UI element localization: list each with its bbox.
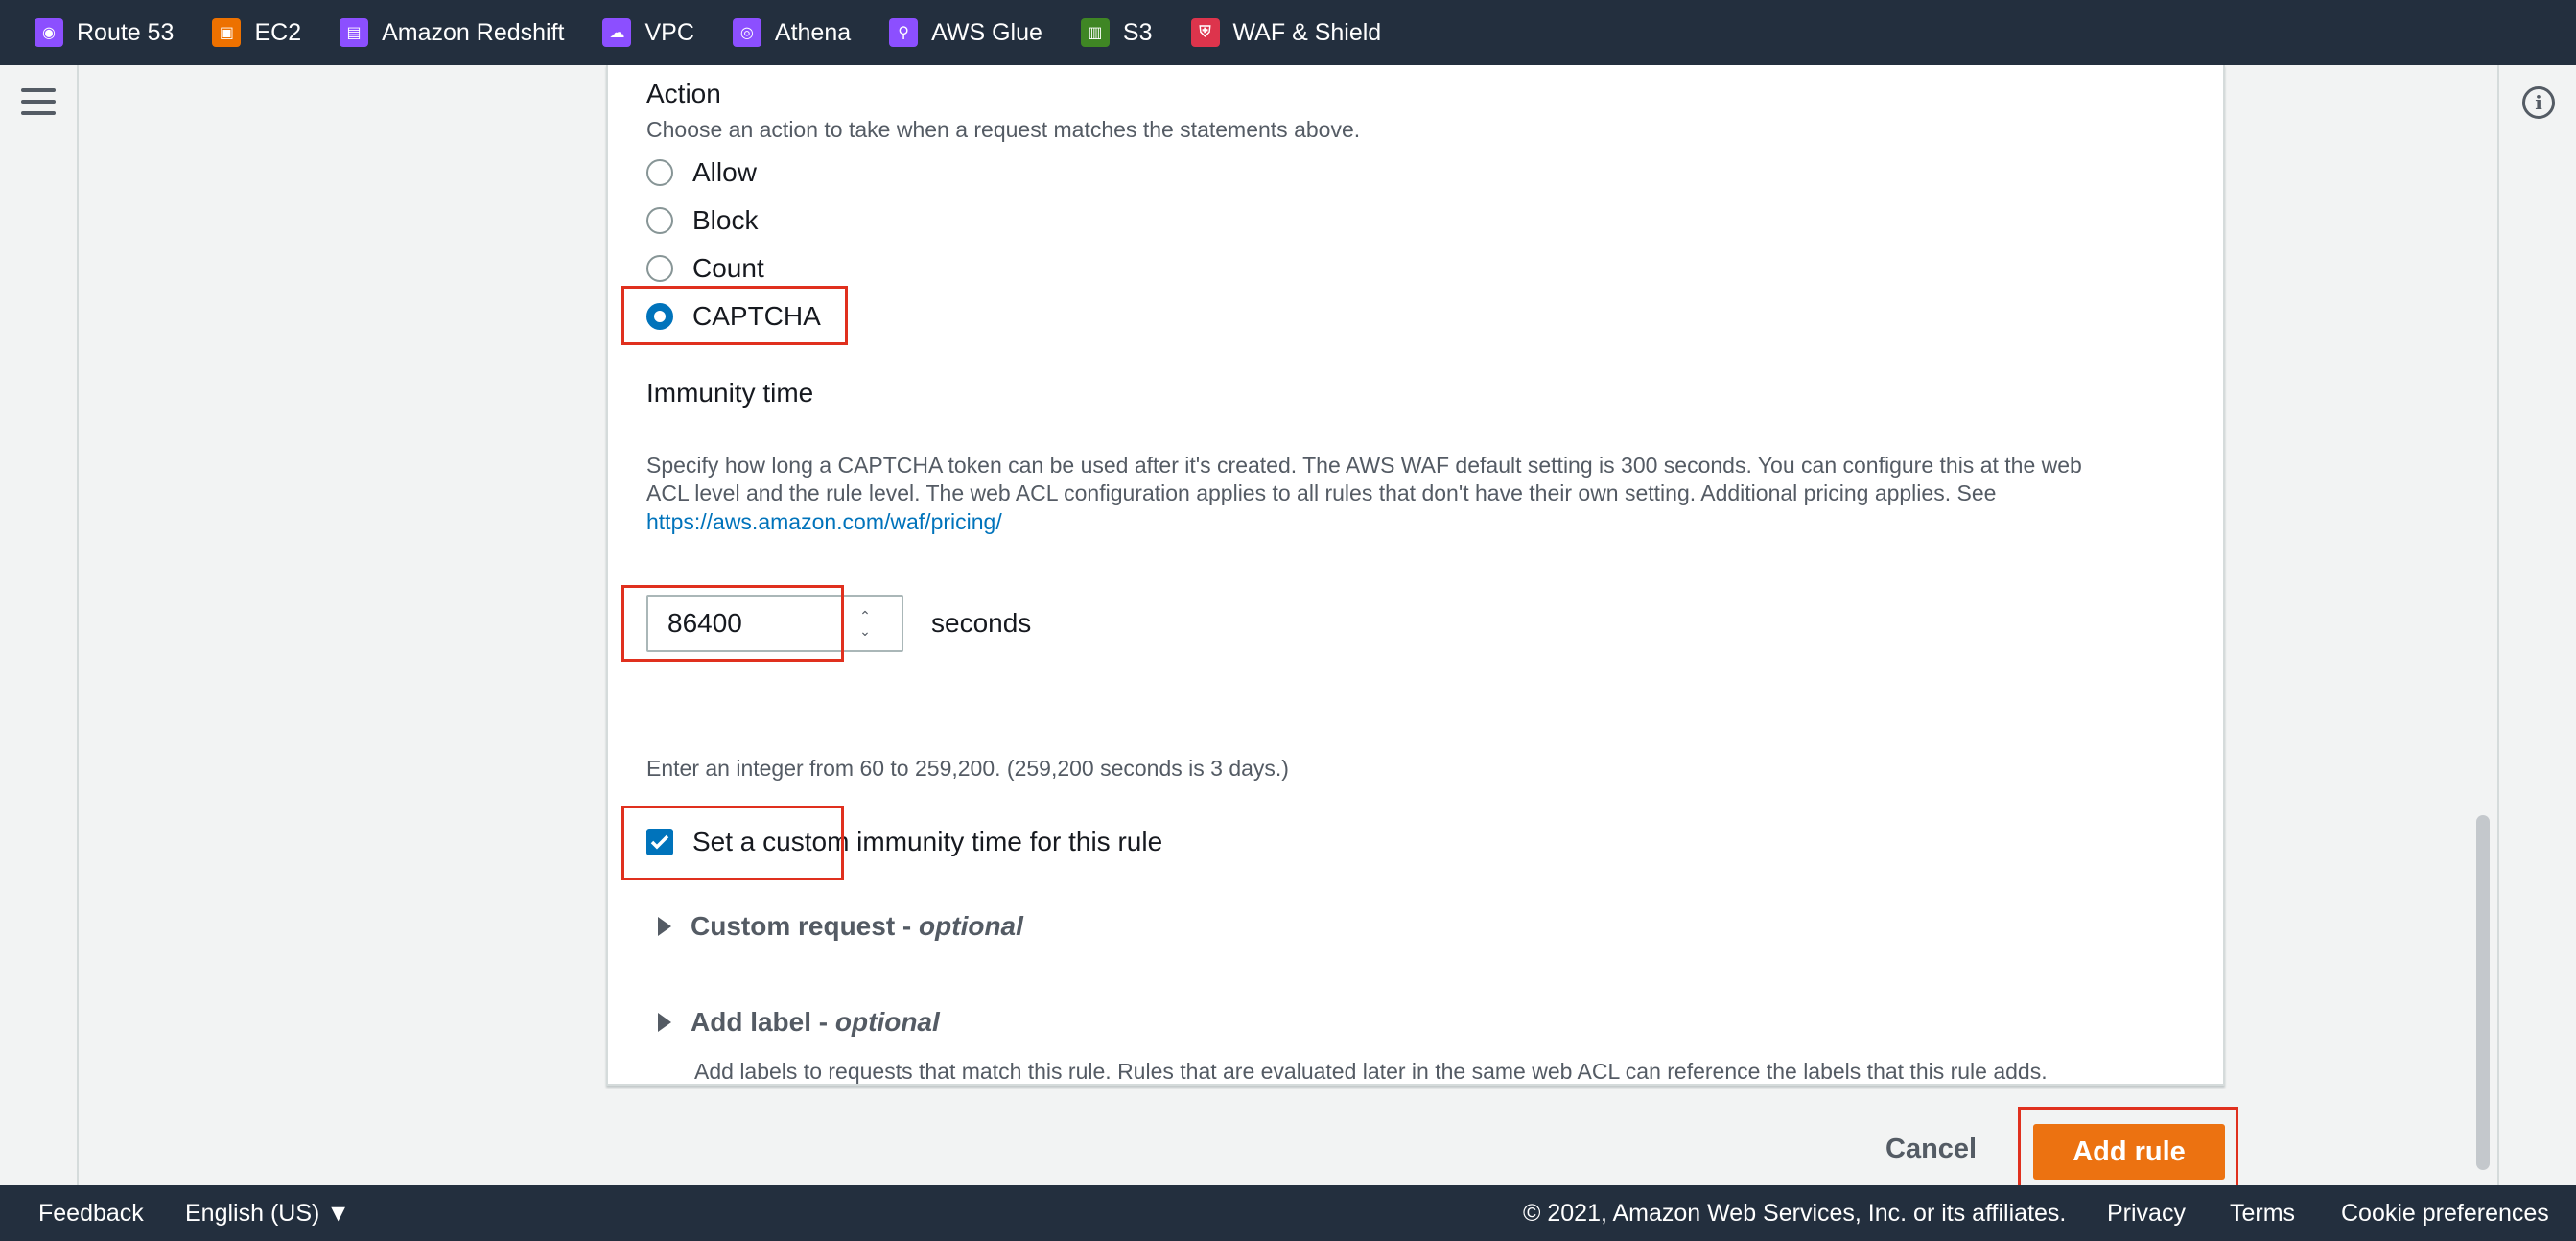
radio-button[interactable] — [646, 207, 673, 234]
favorite-label: Route 53 — [77, 18, 175, 46]
radio-count[interactable]: Count — [646, 253, 764, 284]
athena-icon: ◎ — [732, 18, 761, 47]
checkbox-highlight-box — [621, 806, 844, 880]
favorite-redshift[interactable]: ▤ Amazon Redshift — [340, 18, 564, 47]
favorite-s3[interactable]: ▥ S3 — [1080, 18, 1153, 47]
favorite-vpc[interactable]: ☁ VPC — [602, 18, 694, 47]
radio-button[interactable] — [646, 255, 673, 282]
immunity-description-line2: ACL level and the rule level. The web AC… — [646, 480, 1997, 505]
add-label-expander[interactable]: Add label - optional — [658, 1007, 940, 1038]
vpc-icon: ☁ — [602, 18, 632, 47]
ec2-icon: ▣ — [212, 18, 242, 47]
language-selector[interactable]: English (US) ▼ — [185, 1200, 350, 1228]
seconds-unit-label: seconds — [931, 608, 1032, 638]
radio-label: Block — [692, 205, 759, 235]
favorite-label: S3 — [1122, 18, 1153, 46]
console-footer: Feedback English (US) ▼ © 2021, Amazon W… — [0, 1185, 2576, 1241]
caret-right-icon — [658, 917, 671, 936]
radio-allow[interactable]: Allow — [646, 157, 757, 188]
feedback-link[interactable]: Feedback — [38, 1200, 144, 1228]
action-heading: Action — [646, 79, 721, 108]
route53-icon: ◉ — [35, 18, 63, 47]
menu-icon[interactable] — [21, 88, 56, 117]
favorites-bar: ◉ Route 53 ▣ EC2 ▤ Amazon Redshift ☁ VPC… — [0, 0, 2576, 65]
glue-icon: ⚲ — [889, 18, 919, 47]
favorite-label: Athena — [774, 18, 852, 46]
redshift-icon: ▤ — [340, 18, 369, 47]
scrollbar[interactable] — [2476, 815, 2490, 1170]
favorite-label: Amazon Redshift — [382, 18, 565, 46]
add-label-title: Add label - optional — [691, 1007, 940, 1037]
add-label-description: Add labels to requests that match this r… — [694, 1059, 2048, 1084]
favorite-waf[interactable]: ⛨ WAF & Shield — [1190, 18, 1382, 47]
tools-rail: i — [2497, 65, 2576, 1185]
action-description: Choose an action to take when a request … — [646, 117, 1361, 142]
privacy-link[interactable]: Privacy — [2107, 1200, 2186, 1228]
pricing-link[interactable]: https://aws.amazon.com/waf/pricing/ — [646, 507, 1002, 536]
favorite-glue[interactable]: ⚲ AWS Glue — [889, 18, 1042, 47]
immunity-hint: Enter an integer from 60 to 259,200. (25… — [646, 756, 1289, 781]
favorite-ec2[interactable]: ▣ EC2 — [212, 18, 301, 47]
favorite-label: AWS Glue — [931, 18, 1042, 46]
terms-link[interactable]: Terms — [2230, 1200, 2295, 1228]
info-icon[interactable]: i — [2522, 86, 2555, 119]
custom-request-title: Custom request - optional — [691, 911, 1023, 941]
favorite-label: VPC — [644, 18, 694, 46]
favorite-route53[interactable]: ◉ Route 53 — [35, 18, 174, 47]
captcha-highlight-box — [621, 286, 848, 345]
radio-label: Allow — [692, 157, 757, 187]
favorite-label: WAF & Shield — [1232, 18, 1382, 46]
immunity-time-heading: Immunity time — [646, 378, 814, 408]
custom-request-expander[interactable]: Custom request - optional — [658, 911, 1023, 942]
add-rule-highlight-box — [2018, 1107, 2238, 1197]
favorite-athena[interactable]: ◎ Athena — [732, 18, 852, 47]
input-highlight-box — [621, 585, 844, 662]
caret-right-icon — [658, 1013, 671, 1032]
s3-icon: ▥ — [1080, 18, 1110, 47]
cancel-button[interactable]: Cancel — [1885, 1134, 1977, 1165]
favorite-label: EC2 — [254, 18, 302, 46]
radio-label: Count — [692, 253, 764, 283]
radio-button[interactable] — [646, 159, 673, 186]
waf-icon: ⛨ — [1190, 18, 1220, 47]
cookie-preferences-link[interactable]: Cookie preferences — [2341, 1200, 2549, 1228]
stepper-arrows-icon[interactable]: ⌃ ⌄ — [854, 604, 877, 643]
immunity-description-line1: Specify how long a CAPTCHA token can be … — [646, 453, 2082, 478]
radio-block[interactable]: Block — [646, 205, 758, 236]
copyright-text: © 2021, Amazon Web Services, Inc. or its… — [1523, 1200, 2067, 1227]
rule-action-panel: Action Choose an action to take when a r… — [606, 65, 2225, 1086]
side-navigation-rail — [0, 65, 79, 1185]
